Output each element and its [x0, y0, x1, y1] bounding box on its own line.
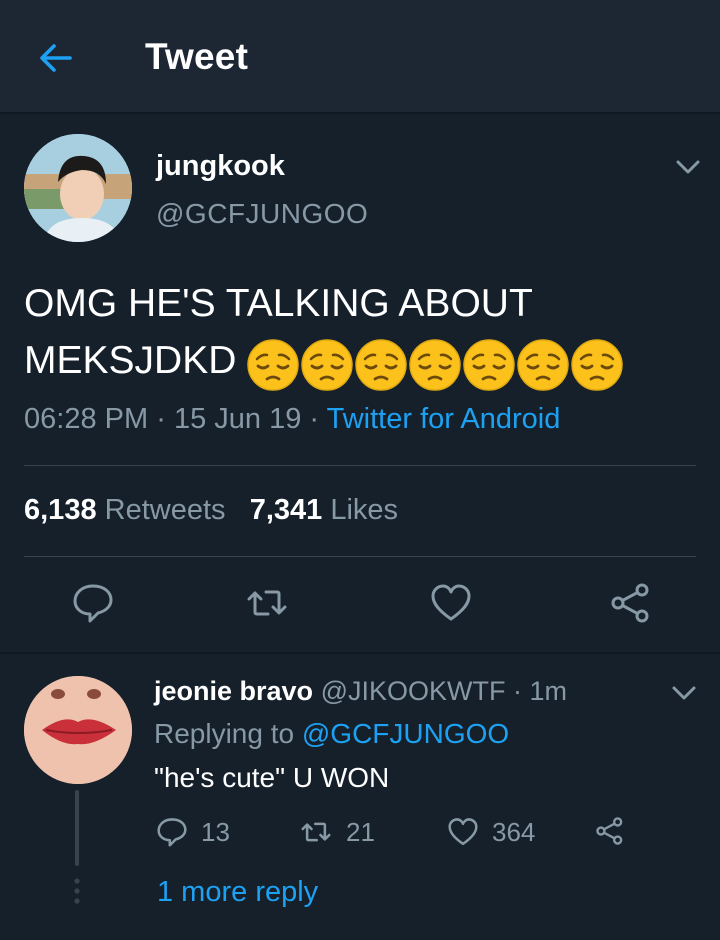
reply-author-handle[interactable]: @JIKOOKWTF: [321, 676, 506, 706]
chevron-down-icon[interactable]: [674, 157, 702, 177]
pensive-face-icon: [247, 338, 300, 391]
app-header: Tweet: [0, 0, 720, 114]
replying-to-link[interactable]: @GCFJUNGOO: [302, 718, 509, 749]
meta-separator: ·: [156, 403, 166, 435]
reply-reply-action[interactable]: 13: [155, 815, 230, 849]
retweets-count: 6,138: [24, 494, 97, 526]
tweet-meta: 06:28 PM · 15 Jun 19 · Twitter for Andro…: [24, 403, 560, 436]
like-icon: [448, 818, 478, 846]
reply-like-action[interactable]: 364: [446, 815, 535, 849]
back-button[interactable]: [36, 38, 76, 78]
reply-icon: [157, 818, 187, 847]
pensive-face-icon: [463, 338, 516, 391]
more-replies-link[interactable]: 1 more reply: [157, 876, 318, 909]
meta-separator: ·: [309, 403, 320, 435]
pensive-face-icon: [355, 338, 408, 391]
chevron-down-icon[interactable]: [670, 683, 698, 703]
divider: [24, 465, 696, 466]
likes-count: 7,341: [249, 494, 323, 526]
tweet-time: 06:28 PM: [24, 403, 149, 435]
author-name[interactable]: jungkook: [156, 150, 285, 183]
arrow-left-icon: [40, 44, 72, 72]
retweets-stat[interactable]: 6,138 Retweets: [24, 494, 234, 526]
retweet-icon: [301, 822, 331, 842]
section-separator: [0, 652, 720, 654]
replying-to: Replying to @GCFJUNGOO: [154, 718, 509, 750]
tweet-date: 15 Jun 19: [173, 403, 302, 435]
retweets-label: Retweets: [104, 494, 226, 526]
pensive-face-icon: [571, 338, 624, 391]
pensive-face-icon: [517, 338, 570, 391]
reply-separator: ·: [512, 676, 522, 706]
likes-stat[interactable]: 7,341 Likes: [250, 494, 398, 526]
reply-time: 1m: [529, 676, 568, 706]
avatar[interactable]: [24, 134, 132, 242]
tweet-stats: 6,138 Retweets 7,341 Likes: [24, 494, 398, 527]
reply-retweet-action[interactable]: 21: [298, 815, 375, 849]
like-icon[interactable]: [428, 580, 474, 626]
reply-author-name[interactable]: jeonie bravo: [154, 676, 313, 706]
pensive-face-icon: [409, 338, 462, 391]
tweet-text: OMG HE'S TALKING ABOUT MEKSJDKD: [24, 275, 704, 392]
thread-line: [75, 790, 79, 866]
tweet-text-word: MEKSJDKD: [24, 339, 237, 382]
like-count: 364: [492, 816, 536, 847]
avatar-photo: [24, 134, 132, 242]
retweet-count: 21: [346, 816, 375, 847]
replying-to-label: Replying to: [154, 718, 295, 749]
reply-header: jeonie bravo @JIKOOKWTF · 1m: [154, 676, 567, 707]
tweet-text-line2: MEKSJDKD: [24, 332, 704, 392]
author-handle[interactable]: @GCFJUNGOO: [156, 198, 368, 230]
avatar-photo: [24, 676, 132, 784]
share-icon[interactable]: [608, 580, 654, 626]
emoji-row: [246, 334, 624, 392]
reply-avatar[interactable]: [24, 676, 132, 784]
share-icon: [596, 817, 623, 845]
likes-label: Likes: [330, 494, 399, 526]
tweet-text-line1: OMG HE'S TALKING ABOUT: [24, 282, 533, 325]
page-title: Tweet: [145, 36, 249, 77]
reply-share-action[interactable]: [594, 815, 638, 847]
tweet-source-link[interactable]: Twitter for Android: [327, 403, 561, 435]
retweet-icon[interactable]: [244, 580, 290, 626]
thread-dots-icon: [74, 878, 80, 904]
pensive-face-icon: [301, 338, 354, 391]
reply-text: "he's cute" U WON: [154, 762, 390, 793]
divider: [24, 556, 696, 557]
reply-count: 13: [201, 816, 230, 847]
reply-icon[interactable]: [70, 580, 116, 626]
